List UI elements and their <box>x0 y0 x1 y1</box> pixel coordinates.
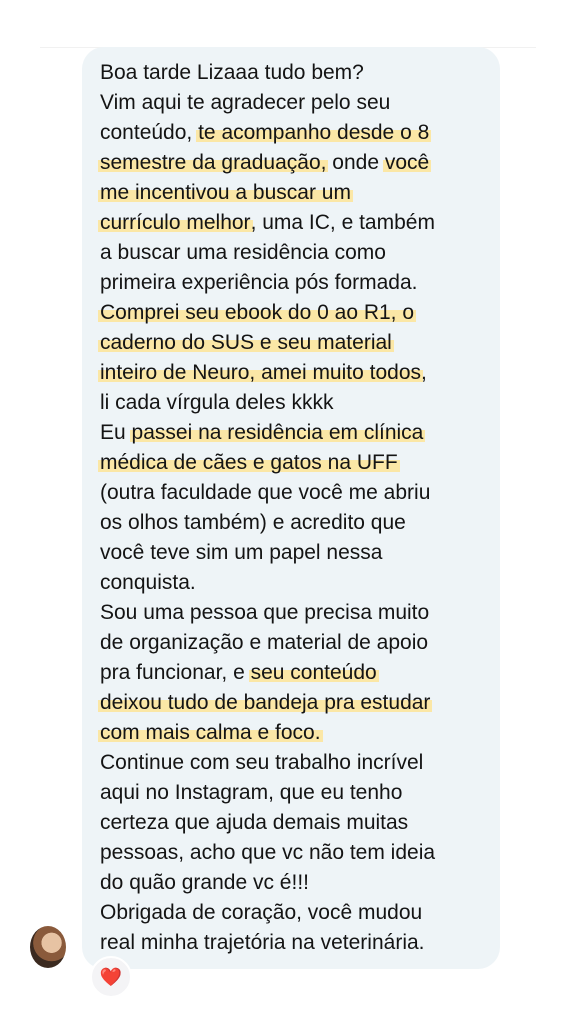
highlighted-text: me incentivou a buscar um <box>98 181 353 204</box>
message-line: de organização e material de apoio <box>100 628 500 658</box>
message-text-segment: certeza que ajuda demais muitas <box>100 811 409 834</box>
message-line: conquista. <box>100 568 500 598</box>
message-line: caderno do SUS e seu material <box>98 328 500 358</box>
message-line: pra funcionar, e seu conteúdo <box>100 658 500 688</box>
message-line: Sou uma pessoa que precisa muito <box>100 598 500 628</box>
message-text-segment: real minha trajetória na veterinária. <box>100 931 425 954</box>
message-text-segment: Obrigada de coração, você mudou <box>100 901 423 924</box>
message-text-segment: do quão grande vc é!!! <box>100 871 309 894</box>
message-line: pessoas, acho que vc não tem ideia <box>100 838 500 868</box>
message-line: li cada vírgula deles kkkk <box>100 388 500 418</box>
message-text-segment: Eu <box>100 421 132 444</box>
highlighted-text: te acompanho desde o 8 <box>196 121 432 144</box>
highlighted-text: caderno do SUS e seu material <box>98 331 394 354</box>
message-line: Boa tarde Lizaaa tudo bem? <box>100 58 500 88</box>
highlighted-text: inteiro de Neuro, amei muito todos <box>98 361 423 384</box>
message-text-segment: os olhos também) e acredito que <box>100 511 406 534</box>
message-line: os olhos também) e acredito que <box>100 508 500 538</box>
message-line: Continue com seu trabalho incrível <box>100 748 500 778</box>
message-text-segment: onde <box>326 151 385 174</box>
message-line: semestre da graduação, onde você <box>98 148 500 178</box>
highlighted-text: currículo melhor <box>98 211 253 234</box>
message-line: a buscar uma residência como <box>100 238 500 268</box>
message-text-segment: pra funcionar, e <box>100 661 251 684</box>
message-text-segment: conteúdo, <box>100 121 199 144</box>
message-line: certeza que ajuda demais muitas <box>100 808 500 838</box>
highlighted-text: semestre da graduação, <box>98 151 329 174</box>
message-text-segment: você teve sim um papel nessa <box>100 541 383 564</box>
message-line: me incentivou a buscar um <box>98 178 500 208</box>
message-line: conteúdo, te acompanho desde o 8 <box>100 118 500 148</box>
message-text-segment: , <box>421 361 427 384</box>
message-text: Boa tarde Lizaaa tudo bem? Vim aqui te ag… <box>98 58 500 958</box>
message-text-segment: pessoas, acho que vc não tem ideia <box>100 841 436 864</box>
message-line: inteiro de Neuro, amei muito todos, <box>98 358 500 388</box>
message-line: Vim aqui te agradecer pelo seu <box>100 88 500 118</box>
message-line: você teve sim um papel nessa <box>100 538 500 568</box>
message-text-segment: Sou uma pessoa que precisa muito <box>100 601 430 624</box>
message-text-segment: Vim aqui te agradecer pelo seu <box>100 91 391 114</box>
message-line: deixou tudo de bandeja pra estudar <box>98 688 500 718</box>
message-text-segment: , uma IC, e também <box>250 211 435 234</box>
message-text-segment: aqui no Instagram, que eu tenho <box>100 781 403 804</box>
message-text-segment: Boa tarde Lizaaa tudo bem? <box>100 61 364 84</box>
message-text-segment: conquista. <box>100 571 196 594</box>
message-line: currículo melhor, uma IC, e também <box>98 208 500 238</box>
highlighted-text: seu conteúdo <box>248 661 379 684</box>
message-line: Eu passei na residência em clínica <box>100 418 500 448</box>
message-text-segment: Continue com seu trabalho incrível <box>100 751 424 774</box>
message-line: Comprei seu ebook do 0 ao R1, o <box>98 298 500 328</box>
sender-avatar[interactable] <box>30 926 66 968</box>
highlighted-text: deixou tudo de bandeja pra estudar <box>98 691 433 714</box>
message-line: do quão grande vc é!!! <box>100 868 500 898</box>
reaction-emoji: ❤️ <box>99 966 123 987</box>
highlighted-text: passei na residência em clínica <box>129 421 426 444</box>
highlighted-text: com mais calma e foco. <box>98 721 323 744</box>
message-line: real minha trajetória na veterinária. <box>100 928 500 958</box>
message-text-segment: li cada vírgula deles kkkk <box>100 391 334 414</box>
message-text-segment: primeira experiência pós formada. <box>100 271 418 294</box>
message-line: com mais calma e foco. <box>98 718 500 748</box>
message-text-segment: (outra faculdade que você me abriu <box>100 481 431 504</box>
heart-reaction-icon[interactable]: ❤️ <box>90 956 132 998</box>
message-text-segment: a buscar uma residência como <box>100 241 386 264</box>
message-line: aqui no Instagram, que eu tenho <box>100 778 500 808</box>
message-line: (outra faculdade que você me abriu <box>100 478 500 508</box>
highlighted-text: você <box>382 151 432 174</box>
message-text-segment: de organização e material de apoio <box>100 631 429 654</box>
highlighted-text: Comprei seu ebook do 0 ao R1, o <box>98 301 417 324</box>
message-line: primeira experiência pós formada. <box>100 268 500 298</box>
message-line: Obrigada de coração, você mudou <box>100 898 500 928</box>
highlighted-text: médica de cães e gatos na UFF <box>98 451 400 474</box>
message-line: médica de cães e gatos na UFF <box>98 448 500 478</box>
